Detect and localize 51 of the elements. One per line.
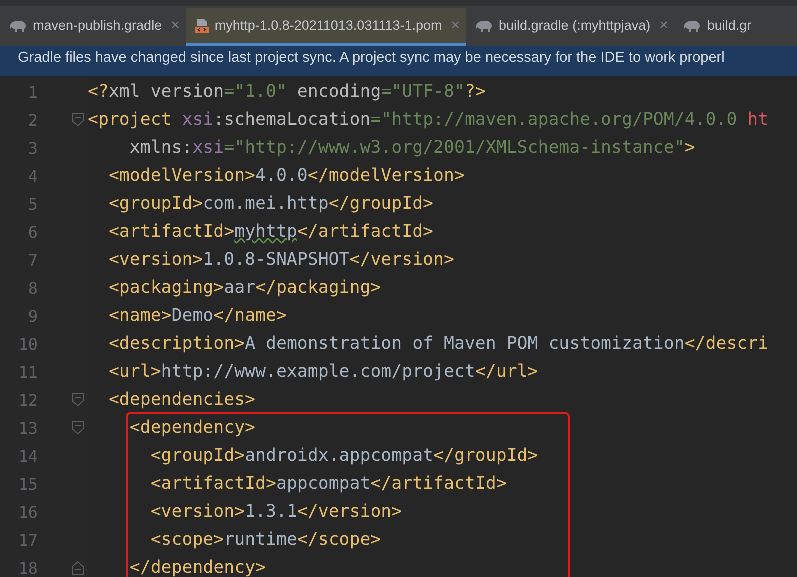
code-line: <name>Demo</name> — [108, 306, 287, 326]
code-line: <project xsi:schemaLocation="http://maven.apache.org/POM/4.0.0 ht — [88, 110, 769, 130]
line-number: 13 — [18, 418, 38, 438]
code-line: <groupId>androidx.appcompat</groupId> — [150, 446, 538, 466]
line-number: 17 — [18, 530, 38, 550]
fold-icon[interactable] — [72, 393, 84, 407]
line-number: 4 — [27, 166, 38, 186]
editor-tab[interactable]: build.gr — [674, 8, 758, 46]
close-tab-button[interactable]: × — [171, 17, 180, 34]
line-number: 7 — [27, 250, 38, 270]
code-line: <description>A demonstration of Maven POM customization</descri — [108, 334, 769, 354]
line-number: 3 — [27, 138, 38, 158]
xml-file-icon — [194, 18, 210, 34]
line-number: 16 — [18, 502, 38, 522]
code-line: <groupId>com.mei.http</groupId> — [108, 194, 434, 214]
code-line: <artifactId>appcompat</artifactId> — [150, 474, 507, 494]
sync-notification: Gradle files have changed since last project sync. A project sync may be necessary for the IDE to work properl — [0, 46, 797, 76]
code-line: xmlns:xsi="http://www.w3.org/2001/XMLSchema-instance"> — [128, 138, 696, 158]
line-number: 9 — [27, 306, 38, 326]
editor-tab[interactable]: maven-publish.gradle × — [0, 8, 186, 46]
code-line: <artifactId>myhttp</artifactId> — [108, 222, 434, 242]
code-line: <dependency> — [128, 418, 256, 438]
line-number: 12 — [18, 390, 38, 410]
elephant-icon — [474, 18, 494, 32]
line-number: 8 — [27, 278, 38, 298]
code-line: <dependencies> — [108, 390, 256, 410]
line-number: 11 — [18, 362, 38, 382]
line-number: 18 — [18, 558, 38, 577]
line-number: 6 — [27, 222, 38, 242]
close-tab-button[interactable]: × — [660, 17, 668, 34]
fold-icon[interactable] — [72, 113, 84, 127]
editor-tab[interactable]: build.gradle (:myhttpjava) × — [466, 8, 674, 46]
line-number: 15 — [18, 474, 38, 494]
code-line: <url>http://www.example.com/project</url> — [108, 362, 538, 382]
code-line: </dependency> — [128, 558, 266, 577]
line-number: 14 — [18, 446, 38, 466]
code-line: <packaging>aar</packaging> — [108, 278, 382, 298]
code-line: <modelVersion>4.0.0</modelVersion> — [108, 166, 465, 186]
elephant-icon — [682, 18, 702, 32]
code-line: <scope>runtime</scope> — [150, 530, 382, 550]
elephant-icon — [8, 18, 28, 32]
fold-icon[interactable] — [72, 421, 84, 435]
line-number: 2 — [27, 110, 38, 130]
code-line: <?xml version="1.0" encoding="UTF-8"?> — [88, 82, 486, 102]
code-line: <version>1.0.8-SNAPSHOT</version> — [108, 250, 454, 270]
line-number: 10 — [18, 334, 38, 354]
line-number: 5 — [27, 194, 38, 214]
editor-tab[interactable]: myhttp-1.0.8-20211013.031113-1.pom × — [186, 8, 466, 46]
line-number: 1 — [27, 82, 38, 102]
fold-icon[interactable] — [72, 561, 84, 575]
code-line: <version>1.3.1</version> — [150, 502, 402, 522]
